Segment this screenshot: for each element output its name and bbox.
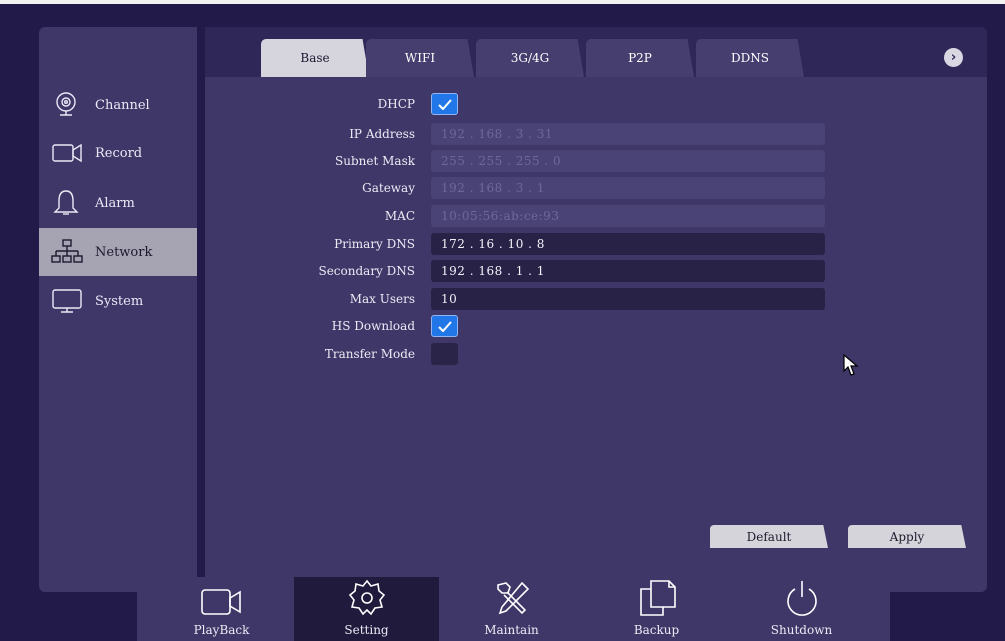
bottom-menu-bar: PlayBack Setting Maintain Backup Shutdow… bbox=[137, 577, 890, 641]
ip-address-field: 192 . 168 . 3 . 31 bbox=[431, 123, 825, 145]
sidebar: Channel Record Alarm Network System bbox=[39, 27, 197, 592]
gateway-row: Gateway 192 . 168 . 3 . 1 bbox=[205, 177, 987, 201]
network-icon bbox=[51, 237, 91, 267]
subnet-mask-field: 255 . 255 . 255 . 0 bbox=[431, 150, 825, 172]
menu-setting-label: Setting bbox=[344, 623, 389, 637]
sidebar-item-channel[interactable]: Channel bbox=[39, 81, 197, 129]
primary-dns-field[interactable]: 172 . 16 . 10 . 8 bbox=[431, 233, 825, 255]
tools-icon bbox=[492, 577, 532, 617]
tab-ddns[interactable]: DDNS bbox=[696, 39, 804, 77]
mouse-cursor-icon bbox=[843, 354, 859, 376]
sidebar-item-label: Channel bbox=[95, 97, 150, 113]
mac-field: 10:05:56:ab:ce:93 bbox=[431, 205, 825, 227]
tab-bar: Base WIFI 3G/4G P2P DDNS › bbox=[205, 27, 987, 77]
sidebar-item-alarm[interactable]: Alarm bbox=[39, 179, 197, 227]
sidebar-item-label: System bbox=[95, 293, 144, 309]
subnet-mask-label: Subnet Mask bbox=[335, 154, 415, 168]
gear-icon bbox=[348, 577, 386, 617]
sidebar-item-label: Network bbox=[95, 244, 153, 260]
hs-download-label: HS Download bbox=[331, 319, 415, 333]
subnet-mask-row: Subnet Mask 255 . 255 . 255 . 0 bbox=[205, 150, 987, 174]
max-users-label: Max Users bbox=[349, 292, 415, 306]
menu-setting[interactable]: Setting bbox=[294, 577, 439, 641]
dhcp-row: DHCP bbox=[205, 93, 987, 117]
secondary-dns-row: Secondary DNS 192 . 168 . 1 . 1 bbox=[205, 260, 987, 284]
monitor-icon bbox=[51, 286, 91, 316]
dhcp-label: DHCP bbox=[377, 97, 415, 111]
hs-download-row: HS Download bbox=[205, 315, 987, 339]
mac-row: MAC 10:05:56:ab:ce:93 bbox=[205, 205, 987, 229]
ip-address-label: IP Address bbox=[349, 127, 415, 141]
dhcp-checkbox[interactable] bbox=[431, 93, 458, 115]
menu-backup-label: Backup bbox=[633, 623, 680, 637]
video-camera-icon bbox=[200, 577, 244, 617]
transfer-mode-label: Transfer Mode bbox=[324, 347, 415, 361]
sidebar-item-label: Record bbox=[95, 145, 143, 161]
transfer-mode-checkbox[interactable] bbox=[431, 343, 458, 365]
sidebar-item-network[interactable]: Network bbox=[39, 228, 197, 276]
checkmark-icon bbox=[437, 320, 452, 332]
window-top-border bbox=[0, 0, 1005, 4]
settings-panel: Base WIFI 3G/4G P2P DDNS › DHCP IP Addre… bbox=[205, 27, 987, 592]
sidebar-item-system[interactable]: System bbox=[39, 277, 197, 325]
menu-backup[interactable]: Backup bbox=[584, 577, 729, 641]
menu-maintain-label: Maintain bbox=[484, 623, 539, 637]
secondary-dns-field[interactable]: 192 . 168 . 1 . 1 bbox=[431, 260, 825, 282]
default-button[interactable]: Default bbox=[710, 525, 828, 548]
gateway-label: Gateway bbox=[362, 181, 415, 195]
checkmark-icon bbox=[437, 98, 452, 110]
primary-dns-label: Primary DNS bbox=[334, 237, 415, 251]
gateway-field: 192 . 168 . 3 . 1 bbox=[431, 177, 825, 199]
chevron-right-icon[interactable]: › bbox=[944, 48, 963, 67]
sidebar-item-record[interactable]: Record bbox=[39, 129, 197, 177]
menu-shutdown[interactable]: Shutdown bbox=[729, 577, 874, 641]
menu-maintain[interactable]: Maintain bbox=[439, 577, 584, 641]
tab-p2p[interactable]: P2P bbox=[586, 39, 694, 77]
max-users-field[interactable]: 10 bbox=[431, 288, 825, 310]
primary-dns-row: Primary DNS 172 . 16 . 10 . 8 bbox=[205, 233, 987, 257]
mac-label: MAC bbox=[384, 209, 415, 223]
max-users-row: Max Users 10 bbox=[205, 288, 987, 312]
sidebar-item-label: Alarm bbox=[95, 195, 135, 211]
bell-icon bbox=[51, 188, 91, 218]
tab-3g4g[interactable]: 3G/4G bbox=[476, 39, 584, 77]
secondary-dns-label: Secondary DNS bbox=[318, 264, 415, 278]
webcam-icon bbox=[51, 90, 91, 120]
transfer-mode-row: Transfer Mode bbox=[205, 343, 987, 367]
hs-download-checkbox[interactable] bbox=[431, 315, 458, 337]
power-icon bbox=[782, 577, 822, 617]
tab-wifi[interactable]: WIFI bbox=[366, 39, 474, 77]
tab-base[interactable]: Base bbox=[261, 39, 369, 77]
ip-address-row: IP Address 192 . 168 . 3 . 31 bbox=[205, 123, 987, 147]
video-camera-icon bbox=[51, 138, 91, 168]
apply-button[interactable]: Apply bbox=[848, 525, 966, 548]
menu-shutdown-label: Shutdown bbox=[770, 623, 833, 637]
menu-playback[interactable]: PlayBack bbox=[149, 577, 294, 641]
copy-icon bbox=[637, 577, 677, 617]
menu-playback-label: PlayBack bbox=[193, 623, 250, 637]
